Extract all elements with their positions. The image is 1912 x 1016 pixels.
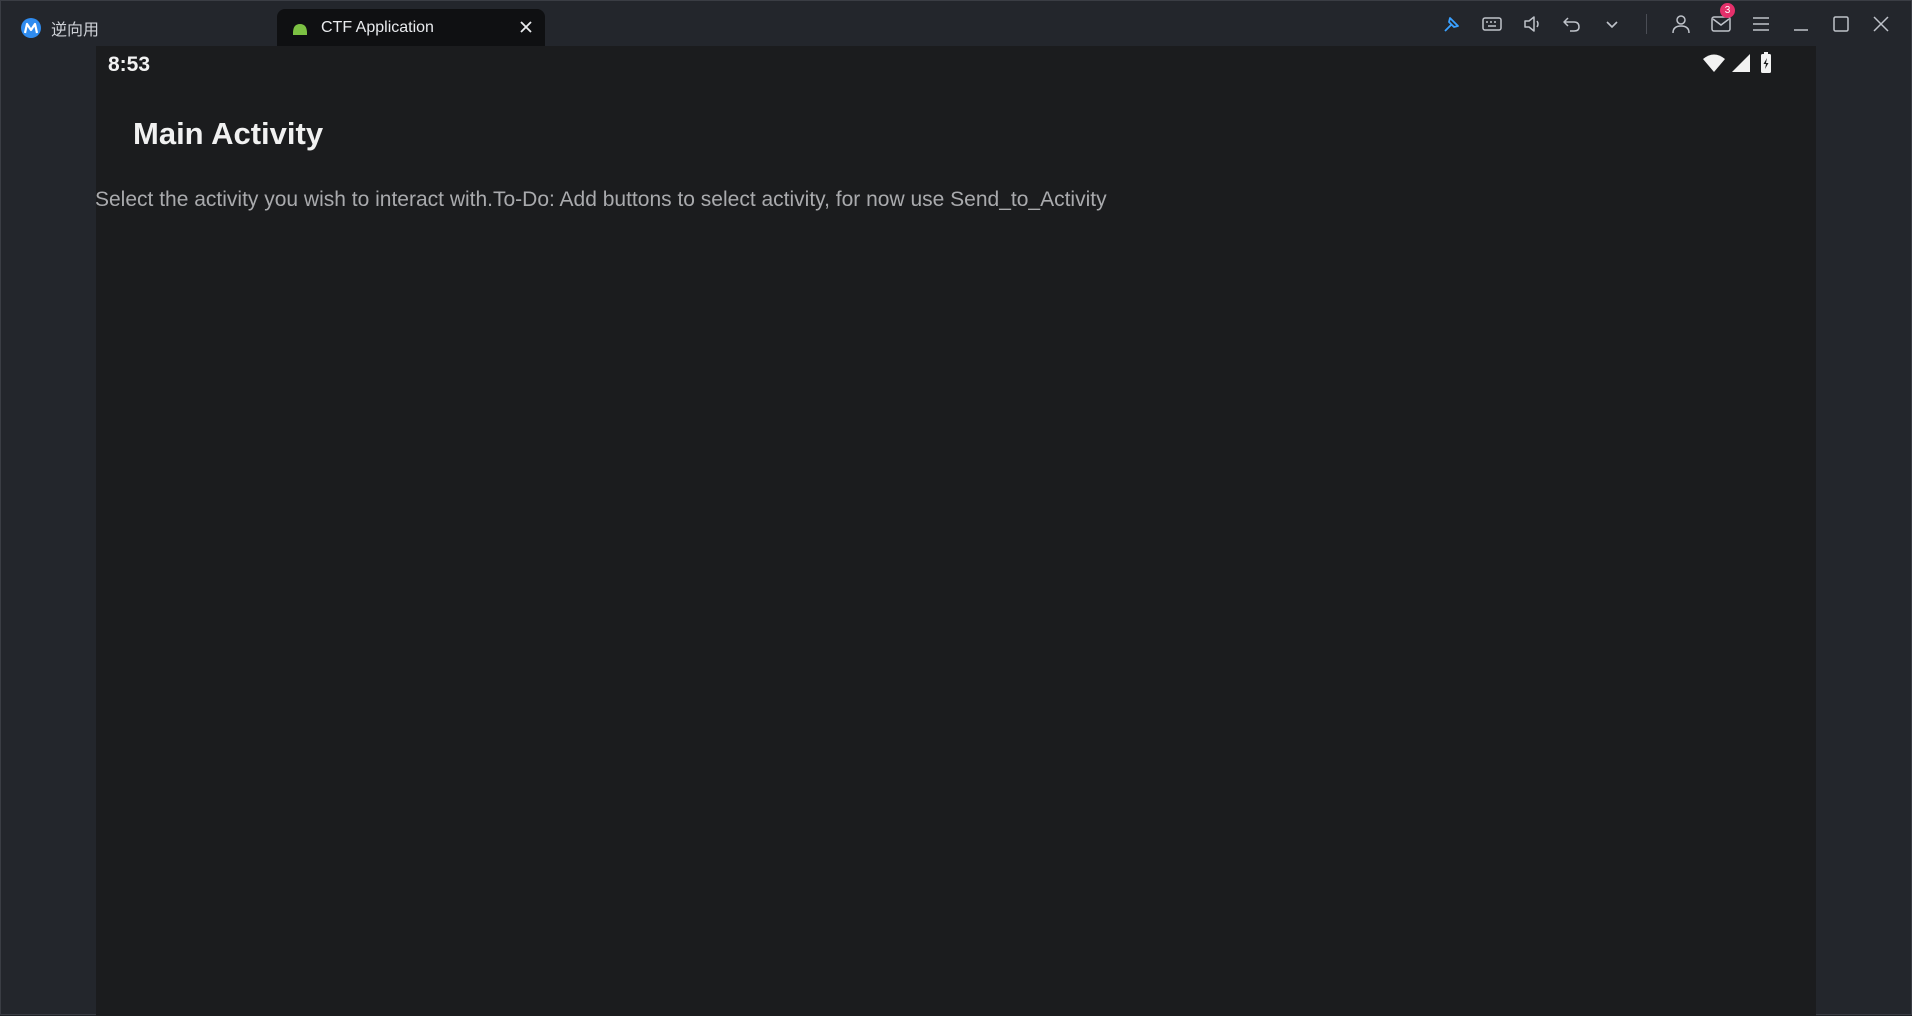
status-icons [1702, 52, 1776, 74]
keyboard-icon[interactable] [1472, 11, 1512, 37]
undo-icon[interactable] [1552, 11, 1592, 37]
tab-ctf-application[interactable]: CTF Application [277, 9, 545, 46]
menu-icon[interactable] [1741, 11, 1781, 37]
user-icon[interactable] [1661, 11, 1701, 37]
toolbar-divider [1646, 14, 1647, 34]
mail-badge: 3 [1720, 3, 1735, 18]
minimize-icon[interactable] [1781, 11, 1821, 37]
status-bar: 8:53 [96, 46, 1816, 86]
phone-screen: 8:53 Main Activity Select the activity y… [95, 46, 1816, 1016]
tab-label: 逆向用 [51, 21, 100, 39]
pin-icon[interactable] [1432, 11, 1472, 37]
mail-icon[interactable]: 3 [1701, 3, 1741, 37]
page-title: Main Activity [133, 116, 324, 151]
close-icon[interactable] [1861, 11, 1901, 37]
tab-close-icon[interactable] [515, 16, 537, 38]
tab-reverse[interactable]: 逆向用 [5, 9, 275, 46]
signal-icon [1732, 54, 1750, 72]
chevron-down-icon[interactable] [1592, 11, 1632, 37]
android-icon [293, 23, 307, 35]
title-bar: 逆向用 CTF Application 3 [1, 1, 1911, 46]
wifi-icon [1703, 54, 1725, 72]
tab-label: CTF Application [321, 18, 434, 36]
toolbar: 3 [1432, 3, 1901, 37]
emulator-window: 逆向用 CTF Application 3 8:53 Main Activity… [0, 0, 1912, 1016]
volume-icon[interactable] [1512, 11, 1552, 37]
status-time: 8:53 [108, 53, 151, 76]
maximize-icon[interactable] [1821, 11, 1861, 37]
battery-icon [1761, 52, 1771, 73]
instruction-text: Select the activity you wish to interact… [95, 188, 1107, 211]
app-logo-icon [21, 17, 41, 38]
